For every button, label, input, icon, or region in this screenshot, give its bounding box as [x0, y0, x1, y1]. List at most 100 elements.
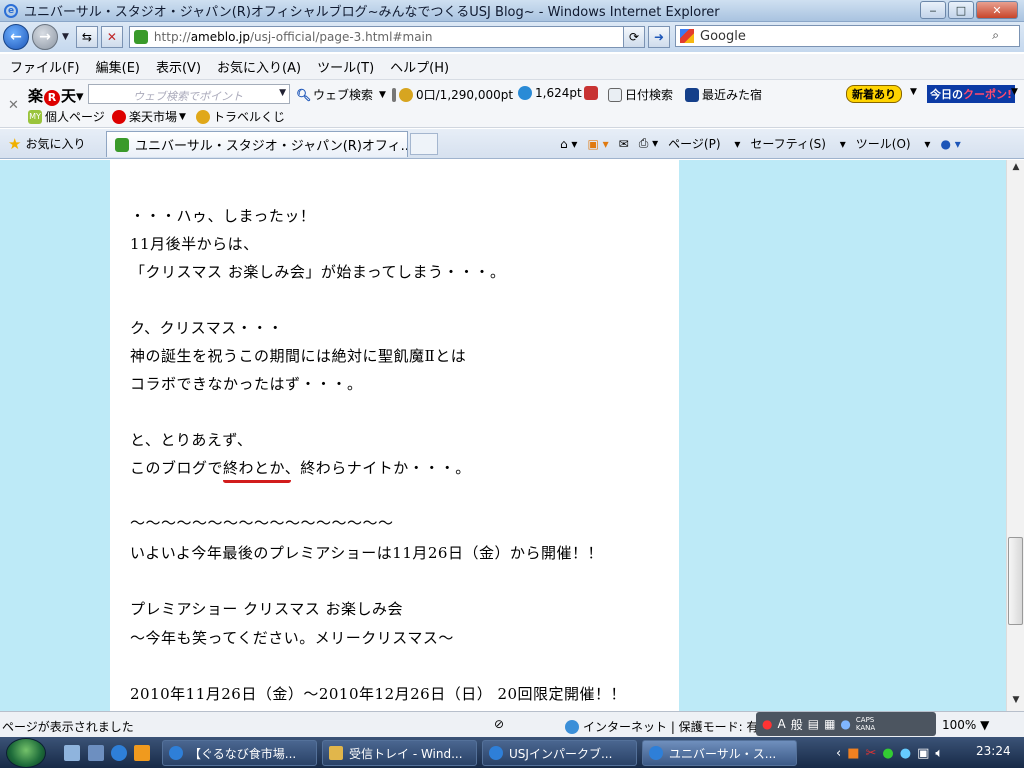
print-icon[interactable]: ⎙ ▾: [639, 136, 658, 151]
new-badge[interactable]: 新着あり: [846, 85, 902, 103]
security-zone[interactable]: インターネット | 保護モード: 有効: [565, 718, 771, 735]
new-tab-button[interactable]: [410, 133, 438, 155]
compatibility-view-icon[interactable]: ⇆: [75, 26, 98, 48]
ime-tool-icon[interactable]: ▦: [824, 717, 835, 731]
zoom-level[interactable]: 100% ▼: [942, 718, 989, 732]
travel-lottery-link[interactable]: トラベルくじ: [196, 108, 285, 125]
points-button[interactable]: 0口/1,290,000pt: [392, 86, 513, 103]
menu-view[interactable]: 表示(V): [156, 57, 201, 76]
help-icon[interactable]: ● ▾: [940, 137, 960, 151]
task-gurunavi[interactable]: 【ぐるなび食市場...: [162, 740, 317, 766]
task-usj-blog[interactable]: ユニバーサル・ス...: [642, 740, 797, 766]
go-icon[interactable]: ➜: [648, 26, 670, 48]
article-line: プレミアショー クリスマス お楽しみ会: [130, 600, 403, 618]
ime-icon[interactable]: ●: [762, 717, 772, 731]
my-icon: MY: [28, 109, 42, 124]
show-desktop-icon[interactable]: [64, 745, 80, 761]
scroll-down-icon[interactable]: ▼: [1009, 695, 1023, 709]
web-search-button[interactable]: 🔍︎ ウェブ検索 ▼: [296, 86, 386, 103]
volume-icon[interactable]: 🔈︎: [935, 746, 943, 761]
forward-button[interactable]: →: [32, 24, 58, 50]
search-input[interactable]: Google ⌕: [675, 25, 1020, 47]
article-line: いよいよ今年最後のプレミアショーは11月26日（金）から開催！！: [130, 544, 603, 562]
scroll-thumb[interactable]: [1008, 537, 1023, 625]
menu-favorites[interactable]: お気に入り(A): [217, 57, 301, 76]
history-dropdown-icon[interactable]: ▼: [62, 32, 69, 42]
today-coupon-button[interactable]: 今日のクーポン!: [927, 85, 1016, 103]
close-button[interactable]: ✕: [976, 1, 1018, 19]
tray-tool-icon[interactable]: ✂: [866, 746, 877, 761]
address-input[interactable]: http://ameblo.jp/usj-official/page-3.htm…: [128, 26, 639, 48]
tools-menu[interactable]: ツール(O) ▾: [856, 135, 931, 152]
tab-usj-blog[interactable]: ユニバーサル・スタジオ・ジャパン(R)オフィ...: [106, 131, 408, 157]
rakuten-market-link[interactable]: 楽天市場 ▼: [112, 108, 186, 125]
magnifier-icon: 🔍︎: [296, 87, 312, 102]
ime-help-icon[interactable]: ●: [840, 717, 850, 731]
menu-tools[interactable]: ツール(T): [317, 57, 374, 76]
ime-conversion-mode[interactable]: 般: [791, 716, 803, 733]
article-line: コラボできなかったはず・・・。: [130, 375, 363, 393]
home-icon[interactable]: ⌂ ▾: [560, 137, 577, 151]
back-button[interactable]: ←: [3, 24, 29, 50]
refresh-icon[interactable]: ⟳: [623, 26, 645, 48]
ime-pad-icon[interactable]: ▤: [808, 717, 819, 731]
tray-drop-icon[interactable]: ●: [900, 746, 911, 761]
url-path: /usj-official/page-3.html#main: [249, 30, 433, 44]
minimize-button[interactable]: ‒: [920, 1, 946, 19]
pt-button[interactable]: 1,624pt: [518, 86, 582, 100]
recent-inn-button[interactable]: 最近みた宿: [685, 86, 762, 103]
task-usj-inpark[interactable]: USJインパークブ...: [482, 740, 637, 766]
tab-bar: ★ お気に入り ユニバーサル・スタジオ・ジャパン(R)オフィ... ⌂ ▾ ▣ ▾…: [0, 129, 1024, 159]
command-bar: ⌂ ▾ ▣ ▾ ✉ ⎙ ▾ ページ(P) ▾ セーフティ(S) ▾ ツール(O)…: [560, 135, 971, 152]
date-search-button[interactable]: 日付検索: [608, 86, 673, 103]
tray-app-icon[interactable]: ■: [847, 746, 859, 761]
language-bar[interactable]: ● A 般 ▤ ▦ ● CAPS KANA: [756, 712, 936, 736]
task-mail[interactable]: 受信トレイ - Wind...: [322, 740, 477, 766]
rakuten-logo[interactable]: 楽 R 天▾: [28, 85, 84, 106]
login-icon[interactable]: [584, 86, 601, 100]
badge-dropdown-icon[interactable]: ▼: [910, 87, 917, 97]
vertical-scrollbar[interactable]: ▲ ▼: [1006, 160, 1024, 711]
tray-expand-icon[interactable]: ‹: [836, 746, 841, 761]
window-title-bar: e ユニバーサル・スタジオ・ジャパン(R)オフィシャルブログ~みんなでつくるUS…: [0, 0, 1024, 22]
page-menu[interactable]: ページ(P) ▾: [668, 135, 740, 152]
spellcheck-underline: [223, 478, 291, 483]
tray-security-icon[interactable]: ●: [882, 746, 893, 761]
menu-file[interactable]: ファイル(F): [10, 57, 80, 76]
mail-icon[interactable]: ✉: [619, 137, 629, 151]
menu-edit[interactable]: 編集(E): [96, 57, 140, 76]
coupon-dropdown-icon[interactable]: ▼: [1011, 87, 1018, 97]
blog-article: ・・・ハゥ、しまったッ！ 11月後半からは、 「クリスマス お楽しみ会」が始まっ…: [110, 160, 679, 711]
network-icon[interactable]: ▣: [917, 746, 929, 761]
clock[interactable]: 23:24: [976, 744, 1011, 758]
article-line: ク、クリスマス・・・: [130, 319, 284, 337]
taskbar: 【ぐるなび食市場... 受信トレイ - Wind... USJインパークブ...…: [0, 737, 1024, 768]
feeds-icon[interactable]: ▣ ▾: [587, 137, 608, 151]
article-line: ・・・ハゥ、しまったッ！: [130, 207, 316, 225]
window-switch-icon[interactable]: [88, 745, 104, 761]
article-line: 11月後半からは、: [130, 235, 259, 253]
caps-kana-indicator: CAPS KANA: [855, 716, 876, 732]
article-line: 神の誕生を祝うこの期間には絶対に聖飢魔Ⅱとは: [130, 347, 467, 365]
stop-icon[interactable]: ✕: [100, 26, 123, 48]
ie-quicklaunch-icon[interactable]: [111, 745, 127, 761]
menu-help[interactable]: ヘルプ(H): [390, 57, 449, 76]
search-icon[interactable]: ⌕: [992, 28, 999, 43]
toolbar-close-icon[interactable]: ✕: [8, 98, 19, 113]
tab-favicon-icon: [115, 137, 129, 152]
start-button[interactable]: [6, 738, 46, 768]
popup-blocker-icon[interactable]: ⊘: [494, 717, 504, 731]
safety-menu[interactable]: セーフティ(S) ▾: [750, 135, 845, 152]
favorites-button[interactable]: ★ お気に入り: [8, 135, 85, 153]
calendar-icon: [608, 87, 622, 102]
media-player-icon[interactable]: [134, 745, 150, 761]
personal-page-link[interactable]: MY 個人ページ: [28, 108, 105, 125]
url-domain: ameblo.jp: [190, 30, 250, 44]
url-protocol: http://: [153, 30, 191, 44]
scroll-up-icon[interactable]: ▲: [1009, 162, 1023, 176]
rakuten-search-input[interactable]: ウェブ検索でポイント ▼: [88, 84, 290, 104]
rakuten-r-icon: [112, 109, 126, 124]
ime-input-mode[interactable]: A: [777, 717, 785, 731]
maximize-button[interactable]: □: [948, 1, 974, 19]
navigation-bar: ← → ▼ ⇆ ✕ http://ameblo.jp/usj-official/…: [0, 22, 1024, 52]
